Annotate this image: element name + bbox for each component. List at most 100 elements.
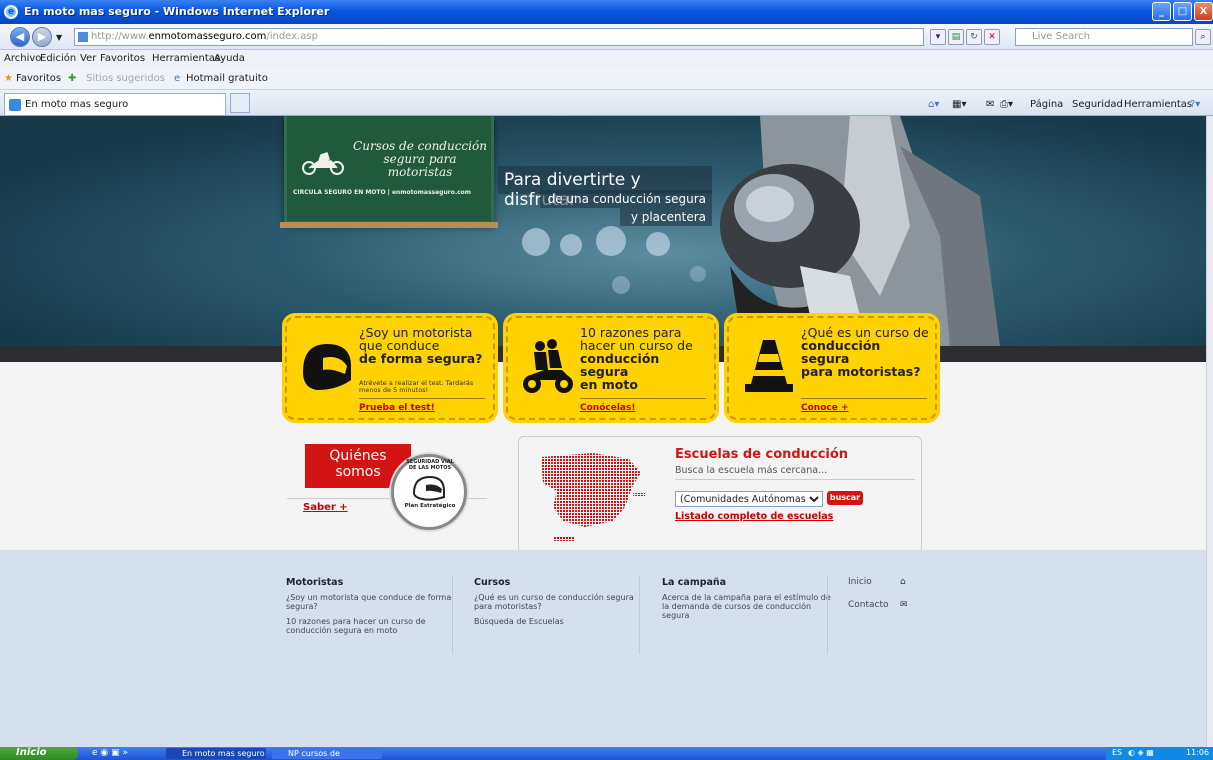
chalkboard-ledge [280, 222, 498, 228]
favorites-button[interactable]: Favoritos [16, 73, 61, 84]
schools-panel: Escuelas de conducción Busca la escuela … [518, 436, 922, 554]
clock: 11:06 [1186, 748, 1210, 757]
footer-heading: Cursos [474, 577, 511, 588]
home-link[interactable]: Inicio [848, 577, 872, 587]
footer-link[interactable]: ¿Qué es un curso de conducción segura pa… [474, 593, 652, 611]
page-menu[interactable]: Página [1030, 99, 1063, 110]
card-course[interactable]: ¿Qué es un curso de conducción segura pa… [727, 316, 937, 420]
footer-col-motoristas: Motoristas ¿Soy un motorista que conduce… [286, 578, 464, 641]
window-title: En moto mas seguro - Windows Internet Ex… [24, 5, 330, 18]
schools-divider [675, 479, 915, 480]
url-input[interactable]: http://www.enmotomasseguro.com/index.asp [74, 28, 924, 46]
spain-map-image [541, 453, 645, 541]
slogan-line-3: y placentera [620, 208, 712, 226]
back-button[interactable]: ◀ [10, 27, 30, 47]
home-icon[interactable]: ⌂▾ [928, 99, 939, 110]
minimize-button[interactable]: _ [1152, 2, 1171, 21]
footer-divider [452, 576, 453, 654]
card-test-line3: de forma segura? [359, 351, 483, 366]
course-link[interactable]: Conoce + [801, 403, 849, 413]
card-reasons-line4: en moto [580, 377, 638, 392]
badge-text-top: SEGURIDAD VIAL DE LAS MOTOS [406, 459, 454, 471]
url-prefix: http://www. [91, 31, 149, 42]
tab-favicon [9, 99, 21, 111]
search-schools-button[interactable]: buscar [827, 491, 863, 505]
footer-col-nav: Inicio ⌂ Contacto ✉ [848, 578, 1026, 616]
search-input[interactable]: Live Search [1015, 28, 1193, 46]
close-button[interactable]: X [1194, 2, 1213, 21]
mail-icon[interactable]: ✉ [986, 99, 994, 110]
quick-launch-icons[interactable]: e ◉ ▣ » [92, 748, 128, 758]
title-bar: e En moto mas seguro - Windows Internet … [0, 0, 1213, 24]
language-indicator[interactable]: ES [1112, 748, 1122, 757]
tray-icons[interactable]: ◐ ◈ ▦ [1128, 748, 1154, 757]
hero-banner: Cursos de conducción segura para motoris… [0, 116, 1206, 346]
system-tray: ES ◐ ◈ ▦ 11:06 [1106, 747, 1213, 760]
web-page: Cursos de conducción segura para motoris… [0, 116, 1206, 747]
riders-on-motorcycle-icon [523, 339, 573, 393]
footer-link[interactable]: ¿Soy un motorista que conduce de forma s… [286, 593, 464, 611]
card-test[interactable]: ¿Soy un motorista que conduce de forma s… [285, 316, 495, 420]
chalk-subtitle: CIRCULA SEGURO EN MOTO | enmotomasseguro… [293, 189, 472, 196]
menu-bar: Archivo Edición Ver Favoritos Herramient… [0, 50, 1213, 68]
menu-ayuda[interactable]: Ayuda [214, 53, 245, 64]
vertical-scrollbar[interactable] [1206, 116, 1213, 747]
taskbar-item-ie[interactable]: En moto mas seguro -... [166, 748, 266, 759]
browser-window: e En moto mas seguro - Windows Internet … [0, 0, 1213, 760]
tab-active[interactable]: En moto mas seguro [4, 93, 226, 115]
tools-menu[interactable]: Herramientas [1124, 99, 1192, 110]
region-select[interactable]: (Comunidades Autónomas) [675, 491, 823, 507]
compatibility-icon[interactable]: ▤ [948, 29, 964, 45]
slogan-line-2: de una conducción segura [540, 190, 712, 208]
reasons-link[interactable]: Conócelas! [580, 403, 635, 413]
strategic-plan-badge: SEGURIDAD VIAL DE LAS MOTOS Plan Estraté… [391, 454, 467, 530]
contact-link[interactable]: Contacto [848, 600, 889, 610]
card-divider [580, 398, 706, 399]
footer-col-cursos: Cursos ¿Qué es un curso de conducción se… [474, 578, 652, 632]
stop-icon[interactable]: ✕ [984, 29, 1000, 45]
suggested-sites-link[interactable]: Sitios sugeridos [86, 73, 165, 84]
test-link[interactable]: Prueba el test! [359, 403, 435, 413]
taskbar-item-doc[interactable]: NP cursos de conducc... [272, 748, 382, 759]
schools-title: Escuelas de conducción [675, 447, 849, 462]
url-path: /index.asp [266, 31, 318, 42]
feeds-icon[interactable]: ▦▾ [952, 99, 966, 110]
card-test-subtext: Atrévete a realizar el test. Tardarás me… [359, 379, 474, 394]
footer-link[interactable]: Búsqueda de Escuelas [474, 617, 652, 626]
helmet-icon [412, 475, 445, 501]
forward-button[interactable]: ▶ [32, 27, 52, 47]
help-icon[interactable]: ?▾ [1190, 99, 1200, 110]
search-icon[interactable]: ⌕ [1195, 29, 1211, 45]
footer-col-campana: La campaña Acerca de la campaña para el … [662, 578, 840, 626]
menu-ver[interactable]: Ver [80, 53, 96, 64]
card-reasons-line3: conducción segura [580, 351, 660, 379]
chalkboard-logo: Cursos de conducción segura para motoris… [284, 116, 494, 224]
footer-divider [639, 576, 640, 654]
motorcycle-icon [302, 152, 344, 175]
footer-heading: Motoristas [286, 577, 344, 588]
print-icon[interactable]: ⎙▾ [1000, 99, 1013, 110]
footer-divider [827, 576, 828, 654]
card-reasons[interactable]: 10 razones para hacer un curso de conduc… [506, 316, 716, 420]
refresh-icon[interactable]: ↻ [966, 29, 982, 45]
schools-list-link[interactable]: Listado completo de escuelas [675, 511, 833, 522]
start-button[interactable]: Inicio [0, 747, 78, 760]
url-dropdown-icon[interactable]: ▾ [930, 29, 946, 45]
footer-heading: La campaña [662, 577, 727, 588]
home-icon: ⌂ [900, 577, 906, 587]
about-link[interactable]: Saber + [303, 502, 348, 513]
history-dropdown-icon[interactable]: ▼ [56, 33, 62, 42]
menu-archivo[interactable]: Archivo [4, 53, 41, 64]
add-favorite-icon[interactable]: ✚ [68, 73, 76, 84]
footer-link[interactable]: Acerca de la campaña para el estímulo de… [662, 593, 840, 620]
page-icon [78, 32, 88, 42]
menu-edicion[interactable]: Edición [40, 53, 76, 64]
hotmail-link[interactable]: Hotmail gratuito [186, 73, 268, 84]
footer: Motoristas ¿Soy un motorista que conduce… [0, 550, 1206, 747]
footer-link[interactable]: 10 razones para hacer un curso de conduc… [286, 617, 464, 635]
security-menu[interactable]: Seguridad [1072, 99, 1123, 110]
maximize-button[interactable]: □ [1173, 2, 1192, 21]
new-tab-button[interactable] [230, 93, 250, 113]
menu-herramientas[interactable]: Herramientas [152, 53, 220, 64]
menu-favoritos[interactable]: Favoritos [100, 53, 145, 64]
